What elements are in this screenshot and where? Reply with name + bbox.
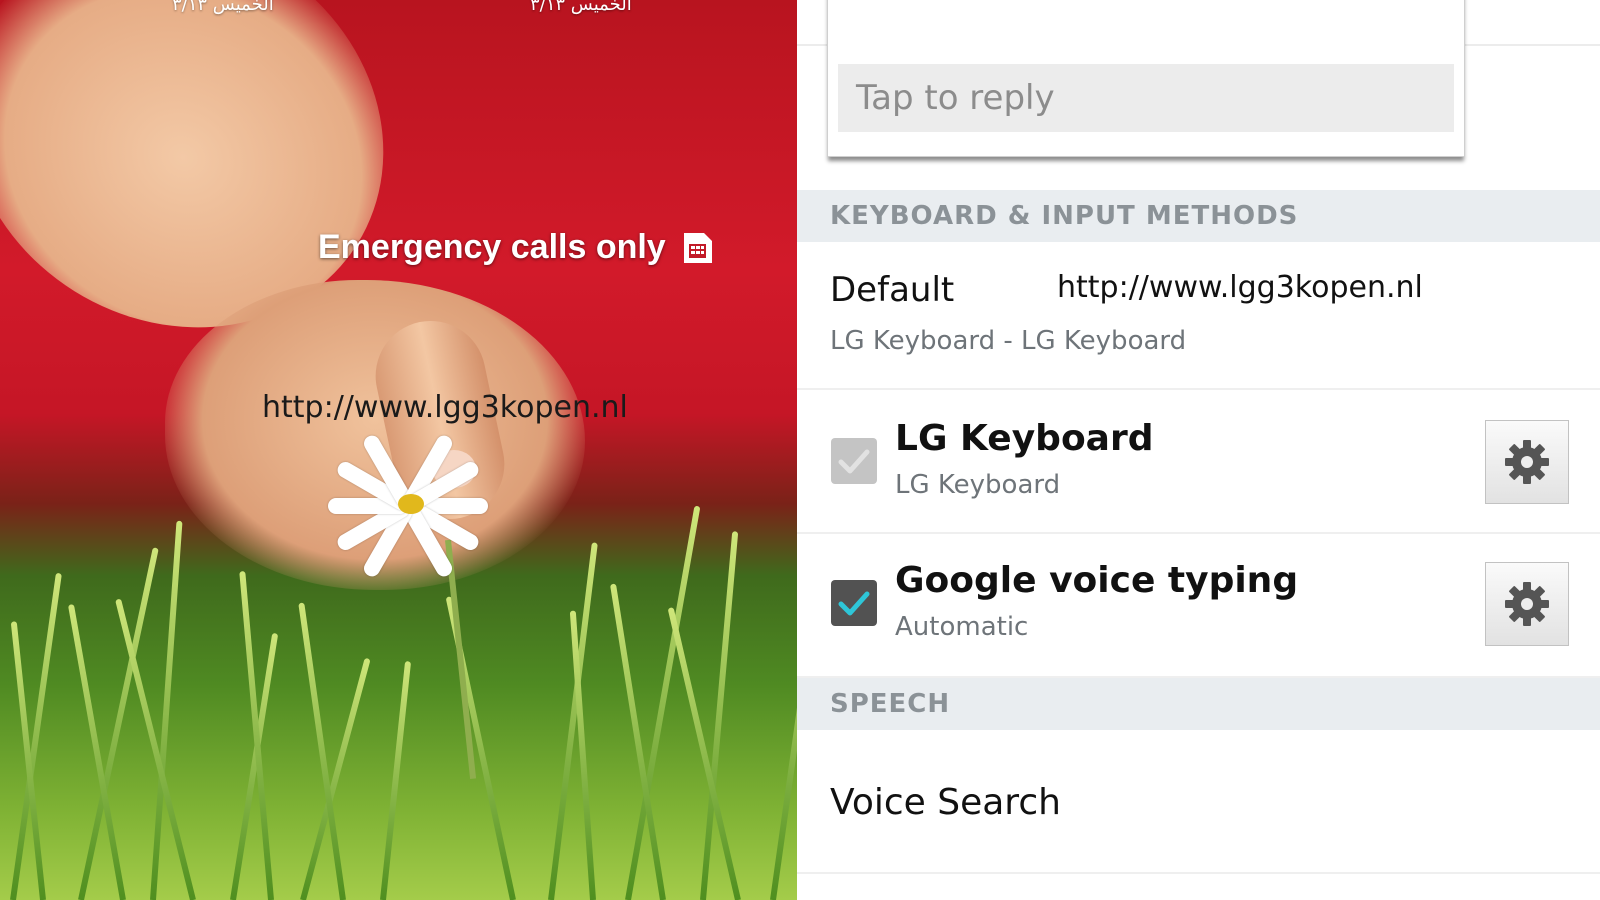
lg-keyboard-settings-button[interactable] (1485, 420, 1569, 504)
daisy-image (328, 432, 508, 580)
check-icon (838, 591, 870, 616)
lock-screen: الخميس ٣/١٣ الخميس ٣/١٣ Emergency calls … (0, 0, 797, 900)
google-voice-typing-settings-button[interactable] (1485, 562, 1569, 646)
voice-search-title: Voice Search (830, 782, 1061, 823)
input-method-row-lg-keyboard[interactable]: LG Keyboard LG Keyboard (797, 390, 1600, 534)
default-subtitle: LG Keyboard - LG Keyboard (830, 326, 1187, 356)
check-icon (838, 449, 870, 474)
reply-input[interactable]: Tap to reply (838, 64, 1454, 132)
default-keyboard-row[interactable]: Default http://www.lgg3kopen.nl LG Keybo… (797, 242, 1600, 390)
speech-row-voice-search[interactable]: Voice Search (797, 730, 1600, 874)
lg-keyboard-subtitle: LG Keyboard (895, 470, 1061, 500)
lg-keyboard-title: LG Keyboard (895, 418, 1154, 459)
lock-date-left: الخميس ٣/١٣ (172, 0, 274, 15)
lg-keyboard-checkbox[interactable] (831, 438, 877, 484)
quick-reply-popup: Tap to reply (827, 0, 1465, 157)
default-title: Default (830, 270, 955, 310)
sim-card-icon (680, 231, 714, 265)
section-header-speech: SPEECH (797, 678, 1600, 730)
gear-icon (1505, 582, 1549, 626)
google-voice-typing-checkbox[interactable] (831, 580, 877, 626)
carrier-status: Emergency calls only (318, 228, 714, 267)
google-voice-typing-title: Google voice typing (895, 560, 1299, 601)
section-header-keyboard: KEYBOARD & INPUT METHODS (797, 190, 1600, 242)
google-voice-typing-subtitle: Automatic (895, 612, 1029, 642)
settings-panel: Tap to reply KEYBOARD & INPUT METHODS De… (797, 0, 1600, 900)
lock-date-right: الخميس ٣/١٣ (530, 0, 632, 15)
watermark-text: http://www.lgg3kopen.nl (262, 390, 628, 425)
carrier-status-text: Emergency calls only (318, 228, 666, 266)
watermark-text: http://www.lgg3kopen.nl (1057, 270, 1423, 305)
gear-icon (1505, 440, 1549, 484)
input-method-row-google-voice-typing[interactable]: Google voice typing Automatic (797, 534, 1600, 678)
